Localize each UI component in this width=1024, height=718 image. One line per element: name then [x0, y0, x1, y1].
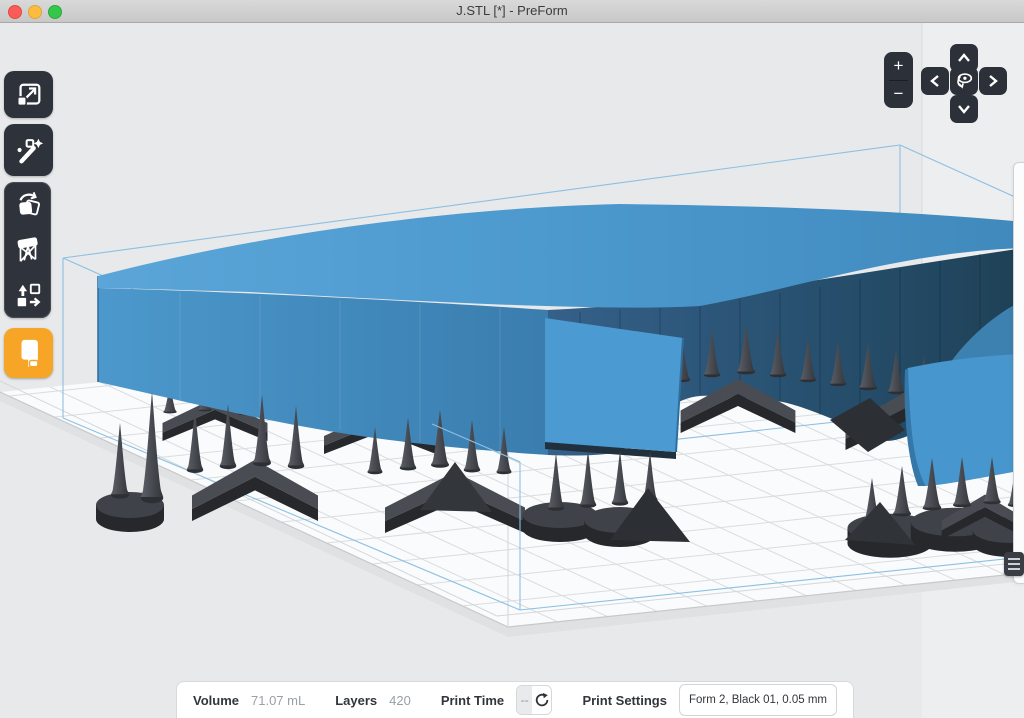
volume-value: 71.07 mL: [251, 693, 305, 708]
zoom-control: + −: [884, 52, 913, 108]
viewport-3d[interactable]: [0, 22, 1024, 718]
pan-right-button[interactable]: [979, 67, 1007, 95]
layers-value: 420: [389, 693, 411, 708]
title-bar: J.STL [*] - PreForm: [0, 0, 1024, 23]
layers-label: Layers: [335, 693, 377, 708]
chevron-up-icon: [957, 53, 971, 63]
sidebar-button-size[interactable]: [4, 71, 53, 118]
print-time-control: --: [516, 685, 552, 715]
zoom-out-button[interactable]: −: [884, 81, 913, 109]
print-time-value: --: [517, 686, 532, 714]
model-end-cap-left: [545, 318, 683, 459]
pan-left-button[interactable]: [921, 67, 949, 95]
sidebar-button-one-click-print[interactable]: [4, 124, 53, 176]
pan-down-button[interactable]: [950, 95, 978, 123]
print-time-label: Print Time: [441, 693, 504, 708]
refresh-icon: [534, 692, 550, 708]
layout-arrange-icon: [13, 280, 43, 310]
zoom-in-button[interactable]: +: [884, 52, 913, 80]
print-settings-button[interactable]: Form 2, Black 01, 0.05 mm: [679, 684, 837, 716]
model-list-toggle-button[interactable]: [1004, 552, 1024, 576]
supports-structure-icon: [13, 235, 43, 265]
preform-window: J.STL [*] - PreForm: [0, 0, 1024, 718]
sidebar-tool-group: [4, 182, 51, 318]
window-title: J.STL [*] - PreForm: [0, 3, 1024, 18]
chevron-down-icon: [957, 104, 971, 114]
orient-rotate-icon: [13, 190, 43, 220]
status-bar: Volume 71.07 mL Layers 420 Print Time --…: [176, 681, 854, 718]
sidebar-button-orient[interactable]: [4, 182, 51, 227]
refresh-print-time-button[interactable]: [532, 686, 551, 714]
model-list-panel-collapsed: [1013, 162, 1024, 584]
orbit-eye-icon: [953, 70, 975, 92]
list-icon: [1008, 558, 1020, 560]
sidebar-button-layout[interactable]: [4, 272, 51, 317]
magic-wand-icon: [13, 134, 45, 166]
sidebar-button-print-setup[interactable]: [4, 328, 53, 378]
chevron-right-icon: [988, 74, 998, 88]
orbit-view-button[interactable]: [950, 67, 978, 95]
resize-model-icon: [14, 80, 44, 110]
resin-cartridge-icon: [14, 337, 44, 369]
print-settings-label: Print Settings: [582, 693, 667, 708]
chevron-left-icon: [930, 74, 940, 88]
sidebar-button-supports[interactable]: [4, 227, 51, 272]
volume-label: Volume: [193, 693, 239, 708]
